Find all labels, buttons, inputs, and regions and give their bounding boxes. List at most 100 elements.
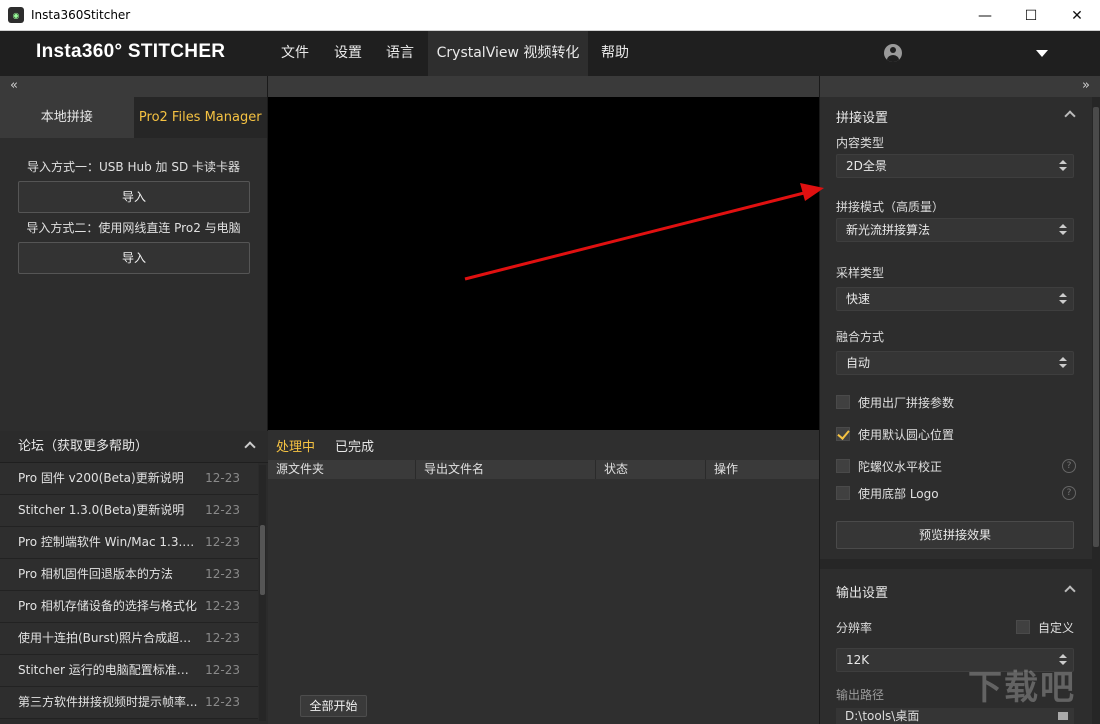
menu-language[interactable]: 语言 bbox=[378, 31, 422, 76]
forum-list-item[interactable]: Stitcher 运行的电脑配置标准推荐 12-23 bbox=[0, 655, 258, 687]
tab-completed[interactable]: 已完成 bbox=[335, 436, 374, 455]
tab-local-stitch[interactable]: 本地拼接 bbox=[0, 97, 134, 138]
help-icon[interactable]: ? bbox=[1062, 486, 1076, 500]
import-button-2[interactable]: 导入 bbox=[18, 242, 250, 274]
dropdown-chevron-icon[interactable] bbox=[1036, 50, 1048, 57]
output-path-label: 输出路径 bbox=[836, 688, 885, 702]
forum-panel: 论坛（获取更多帮助） Pro 固件 v200(Beta)更新说明 12-23 Sti… bbox=[0, 431, 268, 724]
collapse-left-icon[interactable]: « bbox=[0, 76, 267, 97]
bottom-logo-checkbox[interactable] bbox=[836, 486, 850, 500]
factory-params-checkbox[interactable] bbox=[836, 395, 850, 409]
column-status: 状态 bbox=[596, 460, 706, 479]
forum-list-item[interactable]: 第三方软件拼接视频时提示帧率... 12-23 bbox=[0, 687, 258, 719]
chevron-up-icon[interactable] bbox=[1064, 110, 1076, 122]
forum-header[interactable]: 论坛（获取更多帮助） bbox=[0, 431, 268, 463]
blend-mode-select[interactable]: 自动 bbox=[836, 351, 1074, 375]
forum-item-date: 12-23 bbox=[205, 471, 240, 485]
forum-item-title: Pro 相机固件回退版本的方法 bbox=[18, 567, 173, 581]
output-path-field[interactable]: D:\tools\桌面 bbox=[836, 708, 1074, 724]
stitch-mode-label: 拼接模式（高质量） bbox=[836, 200, 945, 214]
menu-crystalview[interactable]: CrystalView 视频转化 bbox=[428, 31, 588, 76]
stitch-settings-title: 拼接设置 bbox=[836, 111, 889, 126]
expand-right-icon[interactable]: » bbox=[820, 76, 1100, 97]
scrollbar-thumb[interactable] bbox=[1093, 107, 1099, 547]
default-center-checkbox[interactable] bbox=[836, 427, 850, 441]
menu-file[interactable]: 文件 bbox=[272, 31, 318, 76]
window-controls: — ☐ ✕ bbox=[962, 0, 1100, 31]
forum-item-title: Stitcher 运行的电脑配置标准推荐 bbox=[18, 663, 200, 677]
forum-item-date: 12-23 bbox=[205, 503, 240, 517]
start-all-button[interactable]: 全部开始 bbox=[300, 695, 367, 717]
default-center-checkbox-row[interactable]: 使用默认圆心位置 bbox=[836, 426, 1076, 446]
preview-stitch-button[interactable]: 预览拼接效果 bbox=[836, 521, 1074, 549]
tab-processing[interactable]: 处理中 bbox=[276, 436, 315, 455]
column-source-folder: 源文件夹 bbox=[268, 460, 416, 479]
bottom-logo-checkbox-row[interactable]: 使用底部 Logo ? bbox=[836, 485, 1076, 505]
import-button-1[interactable]: 导入 bbox=[18, 181, 250, 213]
import-panel: 导入方式一：USB Hub 加 SD 卡读卡器 导入 导入方式二：使用网线直连 … bbox=[0, 138, 267, 274]
forum-scrollbar[interactable] bbox=[259, 465, 266, 721]
gyro-level-checkbox[interactable] bbox=[836, 459, 850, 473]
stitch-mode-select[interactable]: 新光流拼接算法 bbox=[836, 218, 1074, 242]
forum-list-item[interactable]: Pro 相机存储设备的选择与格式化 12-23 bbox=[0, 591, 258, 623]
forum-list-item[interactable]: Pro 固件 v200(Beta)更新说明 12-23 bbox=[0, 463, 258, 495]
forum-list-item[interactable]: Pro 控制端软件 Win/Mac 1.3.0... 12-23 bbox=[0, 527, 258, 559]
watermark-logo: 下载吧 bbox=[968, 668, 1076, 708]
forum-item-date: 12-23 bbox=[205, 695, 240, 709]
custom-resolution-checkbox-row[interactable]: 自定义 bbox=[1016, 619, 1086, 637]
preview-area bbox=[268, 97, 819, 430]
forum-item-date: 12-23 bbox=[205, 535, 240, 549]
maximize-button[interactable]: ☐ bbox=[1008, 0, 1054, 31]
output-settings-title: 输出设置 bbox=[836, 586, 889, 601]
default-center-label: 使用默认圆心位置 bbox=[858, 428, 955, 442]
forum-list-item[interactable]: 使用十连拍(Burst)照片合成超分... 12-23 bbox=[0, 623, 258, 655]
sampling-type-select[interactable]: 快速 bbox=[836, 287, 1074, 311]
help-icon[interactable]: ? bbox=[1062, 459, 1076, 473]
blend-mode-value: 自动 bbox=[846, 356, 871, 370]
gyro-level-checkbox-row[interactable]: 陀螺仪水平校正 ? bbox=[836, 458, 1076, 478]
tab-pro2-files-manager[interactable]: Pro2 Files Manager bbox=[133, 97, 267, 138]
factory-params-checkbox-row[interactable]: 使用出厂拼接参数 bbox=[836, 394, 1076, 414]
task-tabs: 处理中 已完成 bbox=[268, 430, 819, 460]
column-export-filename: 导出文件名 bbox=[416, 460, 596, 479]
forum-item-title: 第三方软件拼接视频时提示帧率... bbox=[18, 695, 198, 709]
scrollbar-thumb[interactable] bbox=[260, 525, 265, 595]
forum-title: 论坛（获取更多帮助） bbox=[18, 439, 149, 454]
window-title: Insta360Stitcher bbox=[31, 8, 131, 22]
section-divider bbox=[820, 559, 1092, 569]
task-panel: 处理中 已完成 源文件夹 导出文件名 状态 操作 全部开始 bbox=[268, 430, 819, 724]
menu-help[interactable]: 帮助 bbox=[592, 31, 638, 76]
minimize-button[interactable]: — bbox=[962, 0, 1008, 31]
import-method-1-label: 导入方式一：USB Hub 加 SD 卡读卡器 bbox=[27, 160, 240, 174]
gyro-level-label: 陀螺仪水平校正 bbox=[858, 460, 943, 474]
forum-item-title: 使用十连拍(Burst)照片合成超分... bbox=[18, 631, 200, 645]
import-method-2-label: 导入方式二：使用网线直连 Pro2 与电脑 bbox=[26, 221, 241, 235]
close-button[interactable]: ✕ bbox=[1054, 0, 1100, 31]
folder-icon[interactable] bbox=[1058, 712, 1068, 720]
menu-bar: Insta360° STITCHER 文件 设置 语言 CrystalView … bbox=[0, 31, 1100, 76]
output-path-value: D:\tools\桌面 bbox=[845, 709, 920, 723]
app-window: ◉ Insta360Stitcher — ☐ ✕ Insta360° STITC… bbox=[0, 0, 1100, 724]
resolution-label: 分辨率 bbox=[836, 621, 873, 635]
select-arrows-icon bbox=[1059, 160, 1067, 172]
forum-item-date: 12-23 bbox=[205, 631, 240, 645]
title-bar: ◉ Insta360Stitcher — ☐ ✕ bbox=[0, 0, 1100, 31]
custom-resolution-checkbox[interactable] bbox=[1016, 620, 1030, 634]
select-arrows-icon bbox=[1059, 293, 1067, 305]
content-type-select[interactable]: 2D全景 bbox=[836, 154, 1074, 178]
brand-logo: Insta360° STITCHER bbox=[36, 41, 226, 62]
select-arrows-icon bbox=[1059, 357, 1067, 369]
forum-list-item[interactable]: Stitcher 1.3.0(Beta)更新说明 12-23 bbox=[0, 495, 258, 527]
forum-item-date: 12-23 bbox=[205, 663, 240, 677]
forum-item-date: 12-23 bbox=[205, 599, 240, 613]
forum-item-date: 12-23 bbox=[205, 567, 240, 581]
forum-item-title: Pro 固件 v200(Beta)更新说明 bbox=[18, 471, 184, 485]
resolution-value: 12K bbox=[846, 653, 870, 667]
forum-list-item[interactable]: Pro 相机固件回退版本的方法 12-23 bbox=[0, 559, 258, 591]
menu-settings[interactable]: 设置 bbox=[326, 31, 370, 76]
right-scrollbar[interactable] bbox=[1092, 97, 1100, 724]
chevron-up-icon[interactable] bbox=[244, 441, 256, 453]
user-avatar-icon[interactable] bbox=[884, 44, 902, 62]
app-icon: ◉ bbox=[8, 7, 24, 23]
chevron-up-icon[interactable] bbox=[1064, 585, 1076, 597]
